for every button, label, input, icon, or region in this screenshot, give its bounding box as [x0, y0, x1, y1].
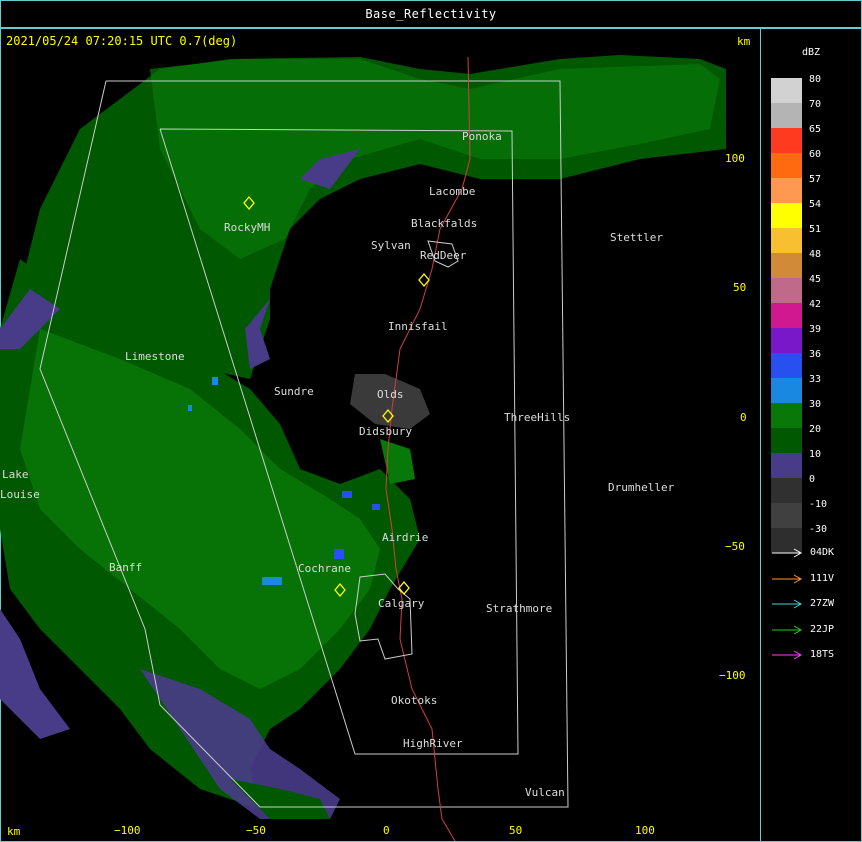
dbz-label: 48 — [809, 249, 822, 260]
place-label: RedDeer — [420, 249, 467, 262]
x-tick: −100 — [114, 824, 141, 837]
dbz-swatch — [771, 328, 802, 353]
place-label: ThreeHills — [504, 411, 571, 424]
place-label: Stettler — [610, 231, 663, 244]
dbz-swatch — [771, 303, 802, 328]
dbz-label: 60 — [809, 149, 822, 160]
dbz-label: 30 — [809, 399, 822, 410]
legend-title: dBZ — [802, 47, 821, 58]
place-label: Calgary — [378, 597, 425, 610]
track-label: 111V — [810, 572, 835, 584]
dbz-swatch — [771, 278, 802, 303]
track-arrow-icon — [771, 574, 803, 584]
dbz-swatch — [771, 253, 802, 278]
place-label: Sundre — [274, 385, 314, 398]
dbz-swatch — [771, 228, 802, 253]
track-arrow-icon — [771, 625, 803, 635]
place-label: Sylvan — [371, 239, 411, 252]
dbz-swatch — [771, 353, 802, 378]
track-label: 22JP — [810, 623, 835, 635]
place-label: Louise — [0, 488, 40, 501]
window-title: Base_Reflectivity — [365, 7, 497, 21]
y-tick: −100 — [719, 669, 746, 682]
track-label: 18TS — [810, 649, 835, 660]
y-tick: 50 — [733, 281, 747, 294]
x-tick: 0 — [383, 824, 390, 837]
dbz-swatch — [771, 503, 802, 528]
dbz-swatch — [771, 478, 802, 503]
x-tick: 50 — [509, 824, 523, 837]
dbz-swatch — [771, 153, 802, 178]
place-label: Banff — [109, 561, 143, 574]
dbz-label: 65 — [809, 124, 822, 135]
unit-label-top: km — [737, 35, 751, 48]
place-label: Drumheller — [608, 481, 675, 494]
dbz-label: -10 — [809, 499, 828, 510]
timestamp-label: 2021/05/24 07:20:15 UTC 0.7(deg) — [6, 34, 238, 48]
place-label: Ponoka — [462, 130, 502, 143]
place-label: HighRiver — [403, 737, 463, 750]
dbz-label: 80 — [809, 74, 822, 85]
place-label: Blackfalds — [411, 217, 478, 230]
dbz-swatch — [771, 203, 802, 228]
dbz-label: 20 — [809, 424, 822, 435]
dbz-swatch — [771, 453, 802, 478]
x-tick: −50 — [246, 824, 266, 837]
dbz-swatch — [771, 78, 802, 103]
place-label: Didsbury — [359, 425, 412, 438]
place-label: Olds — [377, 388, 404, 401]
track-label: 04DK — [810, 547, 835, 558]
track-arrow-icon — [771, 599, 803, 609]
x-tick: 100 — [635, 824, 655, 837]
y-tick: 0 — [740, 411, 747, 424]
unit-label-bottom: km — [7, 825, 21, 838]
dbz-label: 10 — [809, 449, 822, 460]
track-arrow-icon — [771, 548, 803, 558]
y-tick: 100 — [725, 152, 745, 165]
dbz-label: 0 — [809, 474, 816, 485]
dbz-label: 42 — [809, 299, 822, 310]
place-label: Strathmore — [486, 602, 553, 615]
dbz-swatch — [771, 178, 802, 203]
place-label: Okotoks — [391, 694, 438, 707]
place-label: RockyMH — [224, 221, 271, 234]
track-label: 27ZW — [810, 598, 835, 609]
dbz-label: 39 — [809, 324, 822, 335]
place-label: Lake — [2, 468, 29, 481]
dbz-label: 54 — [809, 199, 822, 210]
dbz-label: 70 — [809, 99, 822, 110]
dbz-label: 57 — [809, 174, 822, 185]
dbz-label: 33 — [809, 374, 822, 385]
dbz-label: 45 — [809, 274, 822, 285]
y-tick: −50 — [725, 540, 745, 553]
place-label: Vulcan — [525, 786, 565, 799]
dbz-swatch — [771, 378, 802, 403]
title-bar: Base_Reflectivity — [0, 0, 862, 28]
place-label: Cochrane — [298, 562, 351, 575]
place-label: Innisfail — [388, 320, 448, 333]
dbz-swatch — [771, 403, 802, 428]
track-arrow-icon — [771, 650, 803, 660]
dbz-label: -30 — [809, 524, 828, 535]
place-label: Airdrie — [382, 531, 429, 544]
dbz-swatch — [771, 428, 802, 453]
dbz-label: 36 — [809, 349, 822, 360]
dbz-label: 51 — [809, 224, 822, 235]
dbz-swatch — [771, 128, 802, 153]
place-label: Lacombe — [429, 185, 476, 198]
place-label: Limestone — [125, 350, 185, 363]
dbz-swatch — [771, 103, 802, 128]
